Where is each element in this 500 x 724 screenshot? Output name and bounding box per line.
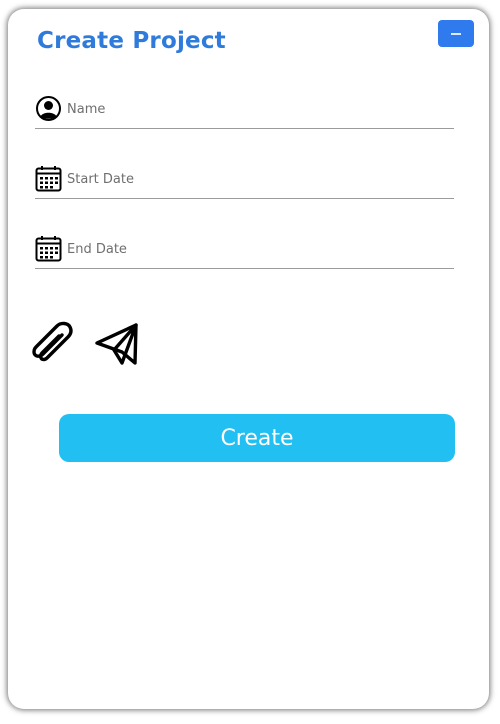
minus-icon <box>451 33 461 35</box>
create-project-card: Create Project Name Start Date End Date … <box>8 9 489 709</box>
page-title: Create Project <box>37 28 226 54</box>
paperclip-icon[interactable] <box>27 319 77 369</box>
create-button[interactable]: Create <box>59 414 455 462</box>
name-field <box>35 93 454 129</box>
end-date-input[interactable] <box>67 238 447 260</box>
calendar-icon[interactable] <box>35 235 62 262</box>
user-circle-icon <box>36 96 61 121</box>
calendar-icon[interactable] <box>35 165 62 192</box>
paper-plane-icon[interactable] <box>94 321 140 367</box>
start-date-field <box>35 163 454 199</box>
start-date-input[interactable] <box>67 168 447 190</box>
name-input[interactable] <box>67 98 447 120</box>
minimize-button[interactable] <box>438 20 474 47</box>
end-date-field <box>35 233 454 269</box>
